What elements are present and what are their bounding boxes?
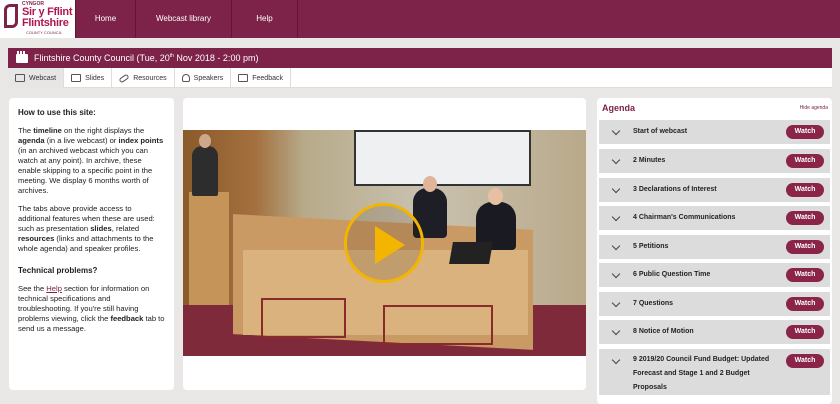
agenda-title: Agenda bbox=[602, 103, 636, 113]
nav-home-link[interactable]: Home bbox=[76, 0, 136, 38]
laptop bbox=[449, 242, 493, 264]
help-heading: How to use this site: bbox=[18, 108, 96, 117]
agenda-item[interactable]: 8 Notice of Motion Watch bbox=[599, 320, 830, 344]
watch-button[interactable]: Watch bbox=[786, 125, 824, 139]
webcast-icon bbox=[15, 74, 25, 82]
speaker-figure bbox=[192, 134, 218, 196]
watch-button[interactable]: Watch bbox=[786, 183, 824, 197]
feature-tabs: Webcast Slides Resources Speakers Feedba… bbox=[8, 68, 832, 88]
agenda-item[interactable]: 6 Public Question Time Watch bbox=[599, 263, 830, 287]
agenda-item[interactable]: 4 Chairman's Communications Watch bbox=[599, 206, 830, 230]
chevron-down-icon[interactable] bbox=[611, 241, 621, 251]
agenda-item[interactable]: 2 Minutes Watch bbox=[599, 149, 830, 173]
tab-speakers[interactable]: Speakers bbox=[175, 68, 232, 88]
watch-button[interactable]: Watch bbox=[786, 297, 824, 311]
chevron-down-icon[interactable] bbox=[611, 326, 621, 336]
tab-webcast[interactable]: Webcast bbox=[8, 68, 65, 88]
tab-slides[interactable]: Slides bbox=[64, 68, 113, 88]
chevron-down-icon[interactable] bbox=[611, 298, 621, 308]
watch-button[interactable]: Watch bbox=[786, 154, 824, 168]
chevron-down-icon[interactable] bbox=[611, 355, 621, 365]
help-paragraph-technical: See the Help section for information on … bbox=[18, 284, 165, 333]
chevron-down-icon[interactable] bbox=[611, 184, 621, 194]
technical-problems-heading: Technical problems? bbox=[18, 266, 98, 275]
webcast-title-bar: Flintshire County Council (Tue, 20th Nov… bbox=[8, 48, 832, 68]
webcast-title: Flintshire County Council (Tue, 20th Nov… bbox=[34, 53, 259, 63]
logo-mark-icon bbox=[4, 4, 18, 28]
play-button-icon[interactable] bbox=[344, 203, 424, 283]
agenda-item[interactable]: 3 Declarations of Interest Watch bbox=[599, 178, 830, 202]
help-paragraph-timeline: The timeline on the right displays the a… bbox=[18, 126, 164, 195]
nav-webcast-library-link[interactable]: Webcast library bbox=[136, 0, 232, 38]
chevron-down-icon[interactable] bbox=[611, 212, 621, 222]
help-paragraph-tabs: The tabs above provide access to additio… bbox=[18, 204, 155, 253]
hide-agenda-link[interactable]: Hide agenda bbox=[800, 105, 828, 111]
chevron-down-icon[interactable] bbox=[611, 155, 621, 165]
desk-panel bbox=[383, 305, 493, 345]
podium bbox=[189, 192, 229, 312]
desk-panel bbox=[261, 298, 346, 338]
tab-resources[interactable]: Resources bbox=[112, 68, 175, 88]
watch-button[interactable]: Watch bbox=[786, 354, 824, 368]
projection-screen bbox=[354, 130, 531, 186]
chevron-down-icon[interactable] bbox=[611, 126, 621, 136]
nav-help-link[interactable]: Help bbox=[232, 0, 298, 38]
top-navigation: CYNGOR Sir y Fflint Flintshire COUNTY CO… bbox=[0, 0, 840, 38]
agenda-item[interactable]: 5 Petitions Watch bbox=[599, 235, 830, 259]
agenda-item[interactable]: Start of webcast Watch bbox=[599, 120, 830, 144]
feedback-icon bbox=[238, 74, 249, 82]
help-link[interactable]: Help bbox=[46, 284, 62, 293]
chevron-down-icon[interactable] bbox=[611, 269, 621, 279]
agenda-item[interactable]: 7 Questions Watch bbox=[599, 292, 830, 316]
watch-button[interactable]: Watch bbox=[786, 240, 824, 254]
link-icon bbox=[118, 73, 130, 83]
agenda-panel: Agenda Hide agenda Start of webcast Watc… bbox=[597, 98, 832, 404]
help-panel: How to use this site: The timeline on th… bbox=[9, 98, 174, 390]
watch-button[interactable]: Watch bbox=[786, 268, 824, 282]
watch-button[interactable]: Watch bbox=[786, 211, 824, 225]
agenda-item[interactable]: 9 2019/20 Council Fund Budget: Updated F… bbox=[599, 349, 830, 395]
slides-icon bbox=[71, 74, 82, 82]
agenda-header: Agenda Hide agenda bbox=[597, 98, 832, 118]
tab-feedback[interactable]: Feedback bbox=[231, 68, 291, 88]
council-logo[interactable]: CYNGOR Sir y Fflint Flintshire COUNTY CO… bbox=[0, 0, 76, 38]
camera-icon bbox=[16, 50, 28, 63]
person-icon bbox=[181, 74, 190, 82]
watch-button[interactable]: Watch bbox=[786, 325, 824, 339]
